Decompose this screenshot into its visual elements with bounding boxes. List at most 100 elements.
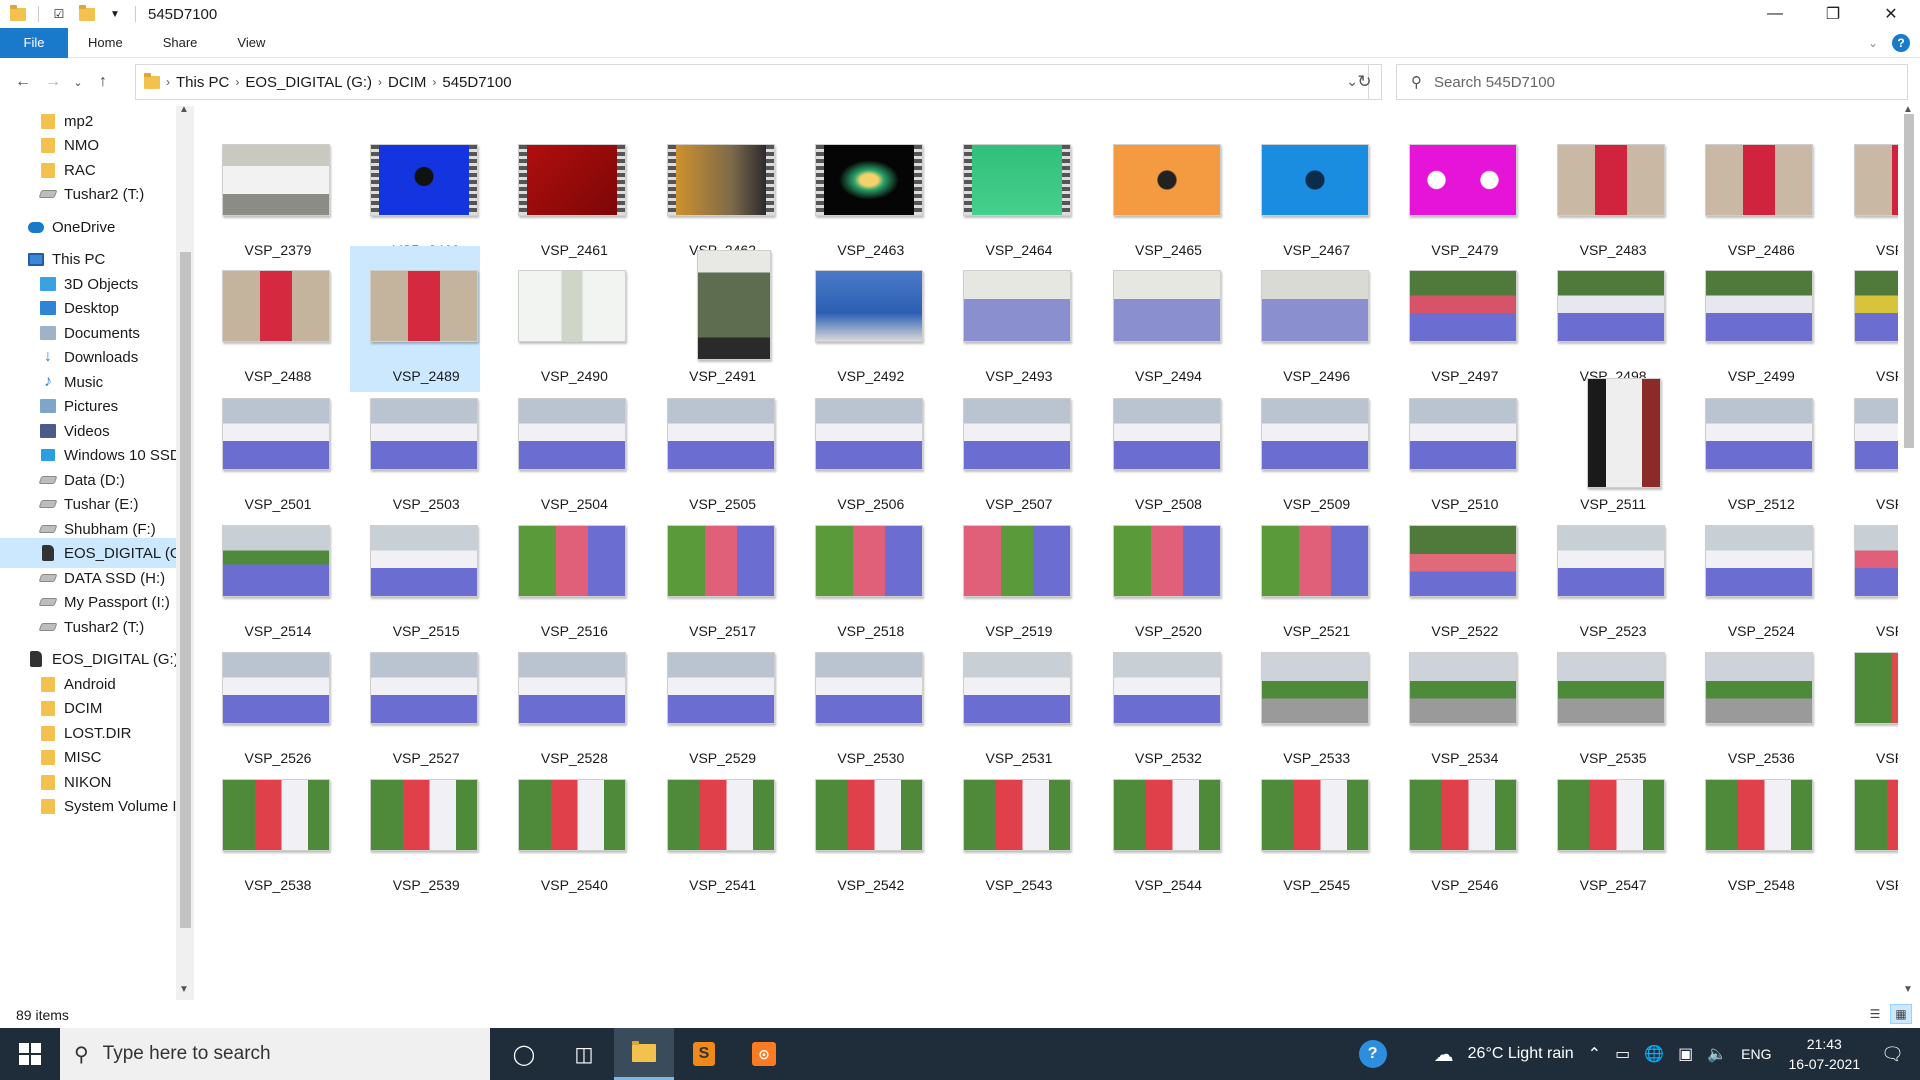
file-item[interactable]: VSP_2517 [647, 501, 777, 647]
file-item[interactable]: VSP_2543 [943, 755, 1073, 901]
file-item[interactable]: VSP_2534 [1389, 628, 1519, 774]
language-indicator[interactable]: ENG [1741, 1046, 1771, 1062]
restore-icon[interactable]: ❐ [1804, 0, 1862, 28]
file-item[interactable]: VSP_2461 [498, 120, 628, 266]
file-item[interactable]: VSP_2505 [647, 374, 777, 520]
file-explorer-taskbar-icon[interactable] [614, 1028, 674, 1080]
minimize-icon[interactable]: — [1746, 0, 1804, 28]
volume-icon[interactable]: 🔈 [1707, 1044, 1727, 1064]
file-item[interactable]: VSP_2538 [202, 755, 332, 901]
file-item[interactable]: VSP_2510 [1389, 374, 1519, 520]
file-item[interactable]: VSP_2509 [1241, 374, 1371, 520]
file-item[interactable]: VSP_2514 [202, 501, 332, 647]
chevron-right-icon[interactable]: › [166, 75, 170, 89]
file-item[interactable]: VSP_2465 [1093, 120, 1223, 266]
file-item[interactable]: VSP_2523 [1537, 501, 1667, 647]
battery-icon[interactable]: ▭ [1615, 1044, 1630, 1064]
file-item[interactable]: VSP_2544 [1093, 755, 1223, 901]
file-item[interactable]: VSP_2540 [498, 755, 628, 901]
file-item[interactable]: VSP_2483 [1537, 120, 1667, 266]
file-item[interactable]: VSP_2528 [498, 628, 628, 774]
file-item[interactable]: VSP_2479 [1389, 120, 1519, 266]
file-item[interactable]: VSP_2464 [943, 120, 1073, 266]
file-item[interactable]: VSP_2512 [1685, 374, 1815, 520]
xampp-taskbar-icon[interactable]: ⊙ [734, 1028, 794, 1080]
start-button[interactable] [0, 1028, 60, 1080]
file-item[interactable]: VSP_2527 [350, 628, 480, 774]
file-item[interactable]: VSP_2535 [1537, 628, 1667, 774]
file-item[interactable]: VSP_2529 [647, 628, 777, 774]
address-bar[interactable]: › This PC › EOS_DIGITAL (G:) › DCIM › 54… [135, 64, 1369, 100]
file-item[interactable]: VSP_2518 [795, 501, 925, 647]
sidebar-item[interactable]: Tushar2 (T:) [0, 612, 176, 642]
file-item[interactable]: VSP_2532 [1093, 628, 1223, 774]
file-item[interactable]: VSP_2515 [350, 501, 480, 647]
sublime-text-taskbar-icon[interactable]: S [674, 1028, 734, 1080]
expand-ribbon-icon[interactable]: ⌄ [1868, 36, 1878, 50]
file-item[interactable]: VSP_2533 [1241, 628, 1371, 774]
search-input[interactable] [1434, 73, 1864, 91]
file-item[interactable]: VSP_2493 [943, 246, 1073, 392]
breadcrumb-eos-digital[interactable]: EOS_DIGITAL (G:) [245, 74, 372, 91]
task-view-icon[interactable]: ◫ [554, 1028, 614, 1080]
sidebar-item[interactable]: System Volume I [0, 791, 176, 821]
file-item[interactable]: VSP_2513 [1834, 374, 1898, 520]
weather-text[interactable]: 26°C Light rain [1468, 1045, 1574, 1063]
file-item[interactable]: VSP_2490 [498, 246, 628, 392]
file-item[interactable]: VSP_2487 [1834, 120, 1898, 266]
file-item[interactable]: VSP_2546 [1389, 755, 1519, 901]
file-item[interactable]: VSP_2541 [647, 755, 777, 901]
cortana-icon[interactable]: ◯ [494, 1028, 554, 1080]
recent-locations-icon[interactable]: ⌄ [68, 67, 88, 97]
back-button[interactable]: ← [8, 67, 38, 97]
sidebar-scrollbar[interactable]: ▲ ▼ [176, 104, 194, 1000]
file-item[interactable]: VSP_2548 [1685, 755, 1815, 901]
show-hidden-icons-icon[interactable]: ⌃ [1588, 1044, 1601, 1064]
new-folder-icon[interactable] [79, 4, 95, 22]
breadcrumb-this-pc[interactable]: This PC [176, 74, 229, 91]
up-button[interactable]: ↑ [88, 67, 118, 97]
file-item[interactable]: VSP_2536 [1685, 628, 1815, 774]
taskbar-search[interactable]: ⚲ Type here to search [60, 1028, 490, 1080]
file-item[interactable]: VSP_2547 [1537, 755, 1667, 901]
forward-button[interactable]: → [38, 67, 68, 97]
chevron-right-icon[interactable]: › [432, 75, 436, 89]
content-scrollbar[interactable]: ▲ ▼ [1898, 104, 1920, 1000]
file-item[interactable]: VSP_2511 [1537, 374, 1667, 520]
file-item[interactable]: VSP_2525 [1834, 501, 1898, 647]
file-item[interactable]: VSP_2501 [202, 374, 332, 520]
file-item[interactable]: VSP_2462 [647, 120, 777, 266]
file-item[interactable]: VSP_2488 [202, 246, 332, 392]
help-badge-icon[interactable]: ? [1358, 1040, 1387, 1068]
properties-icon[interactable]: ☑ [51, 6, 67, 22]
breadcrumb-dcim[interactable]: DCIM [388, 74, 426, 91]
sidebar-item[interactable]: Tushar2 (T:) [0, 179, 176, 209]
close-icon[interactable]: ✕ [1862, 0, 1920, 28]
file-item[interactable]: VSP_2524 [1685, 501, 1815, 647]
file-item[interactable]: VSP_2460 [350, 120, 480, 266]
file-item[interactable]: VSP_2489 [350, 246, 481, 392]
file-item[interactable]: VSP_2526 [202, 628, 332, 774]
file-item[interactable]: VSP_2516 [498, 501, 628, 647]
file-item[interactable]: VSP_2494 [1093, 246, 1223, 392]
file-item[interactable]: VSP_2491 [647, 246, 777, 392]
refresh-button[interactable]: ↻ [1348, 64, 1382, 100]
file-item[interactable]: VSP_2519 [943, 501, 1073, 647]
large-icons-view-icon[interactable]: ▦ [1890, 1004, 1912, 1024]
scrollbar-thumb[interactable] [1904, 114, 1914, 448]
file-item[interactable]: VSP_2507 [943, 374, 1073, 520]
file-item[interactable]: VSP_2504 [498, 374, 628, 520]
notifications-icon[interactable]: 🗨 [1881, 1044, 1904, 1065]
file-item[interactable]: VSP_2545 [1241, 755, 1371, 901]
file-item[interactable]: VSP_2463 [795, 120, 925, 266]
file-item[interactable]: VSP_2486 [1685, 120, 1815, 266]
breadcrumb-current[interactable]: 545D7100 [442, 74, 511, 91]
clock[interactable]: 21:43 16-07-2021 [1789, 1034, 1861, 1074]
file-item[interactable]: VSP_2496 [1241, 246, 1371, 392]
scroll-down-icon[interactable]: ▼ [179, 984, 189, 995]
file-item[interactable]: VSP_2492 [795, 246, 925, 392]
file-item[interactable]: VSP_2498 [1537, 246, 1667, 392]
network-icon[interactable]: 🌐 [1644, 1044, 1664, 1064]
file-item[interactable]: VSP_2537 [1834, 628, 1898, 774]
help-icon[interactable]: ? [1892, 34, 1910, 52]
